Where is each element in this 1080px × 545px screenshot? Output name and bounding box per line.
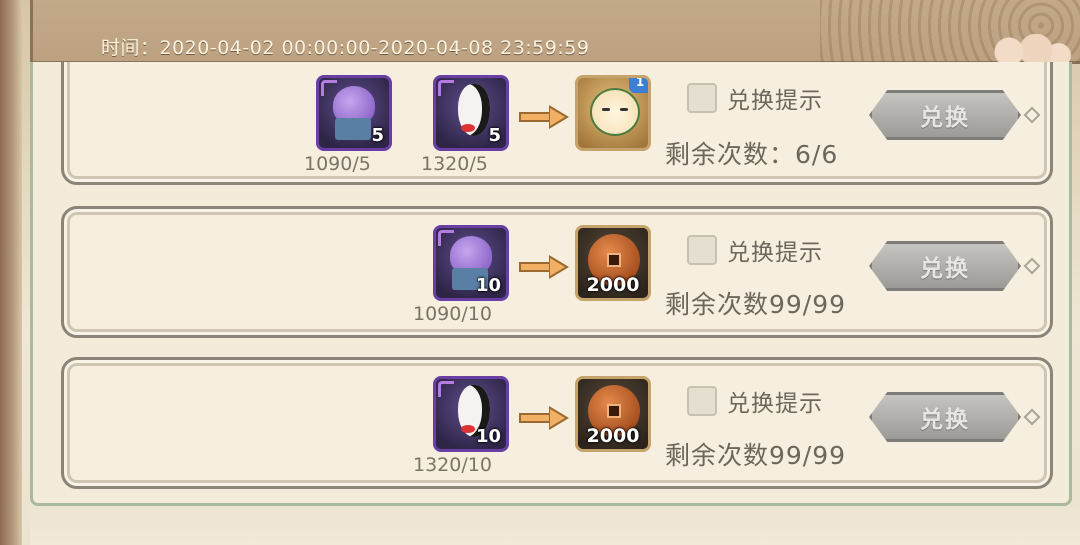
arrow-right-icon xyxy=(519,406,571,430)
exchange-button-label: 兑换 xyxy=(920,105,970,131)
event-header: 时间：2020-04-02 00:00:00-2020-04-08 23:59:… xyxy=(30,0,1080,64)
arrow-right-icon xyxy=(519,255,571,279)
coin-hole-art xyxy=(607,253,621,267)
owned-required-count: 1320/5 xyxy=(421,153,488,175)
hint-label: 兑换提示 xyxy=(727,391,823,417)
copper-coin-icon[interactable]: 2000 xyxy=(575,225,651,301)
arrow-head-fill xyxy=(550,409,565,427)
coin-hole-art xyxy=(607,404,621,418)
exchange-hint-toggle[interactable]: 兑换提示 xyxy=(687,81,823,115)
exchange-button[interactable]: 兑换 xyxy=(869,241,1021,291)
arrow-head-fill xyxy=(550,258,565,276)
item-corner-decoration xyxy=(321,80,337,96)
remaining-count: 剩余次数99/99 xyxy=(665,441,847,470)
arrow-head-fill xyxy=(550,108,565,126)
level-badge: 1 xyxy=(629,78,648,93)
item-corner-decoration xyxy=(438,80,454,96)
diamond-decoration-icon xyxy=(1023,257,1041,275)
copper-coin-icon[interactable]: 2000 xyxy=(575,376,651,452)
hint-label: 兑换提示 xyxy=(727,88,823,114)
item-corner-decoration xyxy=(438,230,454,246)
mask-mouth-art xyxy=(461,124,475,132)
exchange-hint-toggle[interactable]: 兑换提示 xyxy=(687,384,823,418)
owned-required-count: 1090/5 xyxy=(304,153,371,175)
item-quantity: 10 xyxy=(475,426,501,447)
hint-label: 兑换提示 xyxy=(727,240,823,266)
exchange-button[interactable]: 兑换 xyxy=(869,90,1021,140)
diamond-decoration-icon xyxy=(1023,408,1041,426)
item-quantity: 5 xyxy=(371,125,384,146)
owned-required-count: 1090/10 xyxy=(413,303,492,325)
item-quantity: 10 xyxy=(475,275,501,296)
purple-octopus-box-icon[interactable]: 5 xyxy=(316,75,392,151)
arrow-right-icon xyxy=(519,105,571,129)
black-white-mask-icon[interactable]: 10 xyxy=(433,376,509,452)
exchange-button-label: 兑换 xyxy=(920,256,970,282)
black-white-mask-icon[interactable]: 5 xyxy=(433,75,509,151)
hint-checkbox[interactable] xyxy=(687,83,717,113)
arrow-shaft xyxy=(519,112,551,122)
item-corner-decoration xyxy=(438,381,454,397)
item-quantity: 2000 xyxy=(586,425,640,447)
remaining-count: 剩余次数99/99 xyxy=(665,290,847,319)
mask-mouth-art xyxy=(461,425,475,433)
exchange-button[interactable]: 兑换 xyxy=(869,392,1021,442)
event-time-range: 时间：2020-04-02 00:00:00-2020-04-08 23:59:… xyxy=(101,37,590,59)
exchange-row: 10 1320/10 2000 兑换提示 剩余次数99/99 兑换 xyxy=(61,357,1053,489)
purple-octopus-box-icon[interactable]: 10 xyxy=(433,225,509,301)
diamond-decoration-icon xyxy=(1023,106,1041,124)
chibi-character-icon[interactable]: 1 xyxy=(575,75,651,151)
gift-box-art xyxy=(335,118,371,140)
character-eye xyxy=(602,108,610,111)
arrow-shaft xyxy=(519,262,551,272)
exchange-row: 5 1090/5 5 1320/5 1 兑换提示 剩余次数：6/6 兑换 xyxy=(61,62,1053,185)
bottom-decoration xyxy=(30,506,1080,545)
exchange-button-label: 兑换 xyxy=(920,407,970,433)
exchange-hint-toggle[interactable]: 兑换提示 xyxy=(687,233,823,267)
remaining-count: 剩余次数：6/6 xyxy=(665,140,839,169)
left-decoration xyxy=(0,0,22,545)
exchange-list[interactable]: 5 1090/5 5 1320/5 1 兑换提示 剩余次数：6/6 兑换 10 … xyxy=(30,62,1072,506)
item-quantity: 5 xyxy=(488,125,501,146)
character-face-art xyxy=(590,88,640,136)
hint-checkbox[interactable] xyxy=(687,235,717,265)
character-eye xyxy=(620,108,628,111)
exchange-row: 10 1090/10 2000 兑换提示 剩余次数99/99 兑换 xyxy=(61,206,1053,338)
hint-checkbox[interactable] xyxy=(687,386,717,416)
owned-required-count: 1320/10 xyxy=(413,454,492,476)
item-quantity: 2000 xyxy=(586,274,640,296)
arrow-shaft xyxy=(519,413,551,423)
